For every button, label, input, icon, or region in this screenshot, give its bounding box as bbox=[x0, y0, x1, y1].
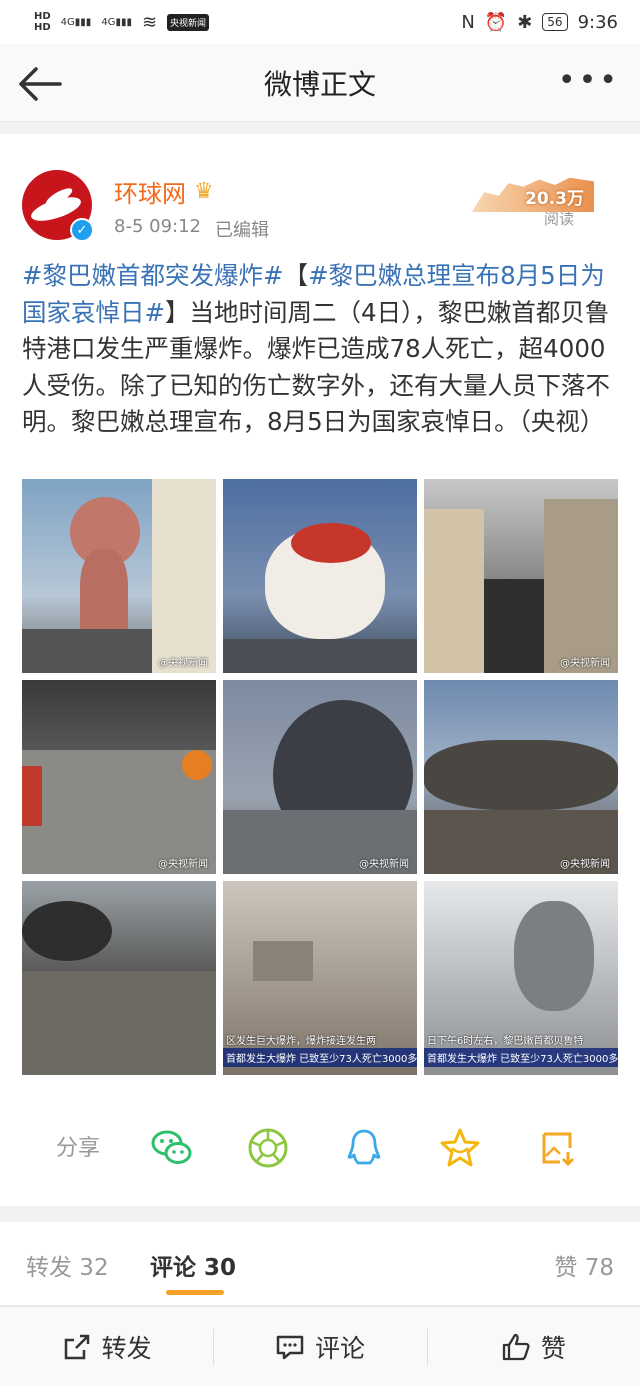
image-thumb[interactable]: @央视新闻 bbox=[424, 680, 618, 874]
interaction-tabs: 转发 32 评论 30 赞 78 bbox=[0, 1222, 640, 1306]
status-right: N ⏰ ✱ 56 9:36 bbox=[461, 12, 618, 33]
thumbs-up-icon bbox=[502, 1333, 530, 1360]
favorite-star-icon[interactable] bbox=[438, 1126, 482, 1170]
post-timestamp: 8-5 09:12 bbox=[114, 216, 201, 237]
post-text: #黎巴嫩首都突发爆炸#【#黎巴嫩总理宣布8月5日为国家哀悼日#】当地时间周二（4… bbox=[22, 258, 618, 441]
hashtag-link[interactable]: #黎巴嫩首都突发爆炸# bbox=[22, 261, 284, 290]
image-thumb[interactable]: 日下午6时左右，黎巴嫩首都贝鲁特 首都发生大爆炸 已致至少73人死亡3000多人 bbox=[424, 881, 618, 1075]
bluetooth-icon: ✱ bbox=[517, 11, 533, 33]
section-divider bbox=[0, 1206, 640, 1222]
repost-icon bbox=[64, 1334, 89, 1359]
tab-comment[interactable]: 评论 30 bbox=[150, 1248, 236, 1282]
tab-repost[interactable]: 转发 32 bbox=[26, 1248, 109, 1282]
author-name-text: 环球网 bbox=[114, 180, 186, 208]
image-watermark: @央视新闻 bbox=[158, 859, 208, 870]
edited-label[interactable]: 已编辑 bbox=[215, 216, 269, 242]
share-bar: 分享 bbox=[0, 1116, 640, 1176]
image-thumb[interactable]: @央视新闻 bbox=[22, 479, 216, 673]
image-watermark: @央视新闻 bbox=[560, 859, 610, 870]
repost-label: 转发 bbox=[101, 1333, 152, 1363]
image-thumb[interactable] bbox=[223, 479, 417, 673]
image-watermark: @央视新闻 bbox=[560, 658, 610, 669]
image-grid: @央视新闻 @央视新闻 @央视新闻 @央视新闻 @央视新闻 区发生巨大爆炸，爆炸… bbox=[22, 479, 618, 1076]
battery-indicator: 56 bbox=[542, 13, 568, 31]
bracket-open: 【 bbox=[283, 261, 309, 290]
comment-icon bbox=[276, 1335, 304, 1359]
like-button[interactable]: 赞 bbox=[426, 1307, 640, 1386]
nav-bar: 微博正文 ••• bbox=[0, 44, 640, 122]
more-dots-icon[interactable]: ••• bbox=[558, 66, 620, 96]
image-caption-top: 区发生巨大爆炸，爆炸接连发生两 bbox=[226, 1036, 376, 1047]
verified-icon: ✓ bbox=[70, 218, 94, 242]
image-watermark: @央视新闻 bbox=[359, 859, 409, 870]
comment-label: 评论 bbox=[314, 1333, 365, 1363]
read-count: 20.3万 bbox=[525, 189, 584, 209]
status-bar: HD HD 4G▮▮▮ 4G▮▮▮ ≋ 央视新闻 N ⏰ ✱ 56 9:36 bbox=[0, 0, 640, 44]
app-badge: 央视新闻 bbox=[167, 13, 210, 31]
signal-4g-icon-2: 4G▮▮▮ bbox=[101, 16, 132, 28]
read-label: 阅读 bbox=[543, 210, 574, 228]
comment-button[interactable]: 评论 bbox=[213, 1307, 426, 1386]
page-title: 微博正文 bbox=[263, 67, 376, 101]
active-tab-indicator bbox=[166, 1290, 224, 1295]
wifi-icon: ≋ bbox=[141, 11, 158, 33]
image-thumb[interactable]: 区发生巨大爆炸，爆炸接连发生两 首都发生大爆炸 已致至少73人死亡3000多人 bbox=[223, 881, 417, 1075]
post-meta: 8-5 09:12 已编辑 bbox=[114, 216, 269, 242]
image-thumb[interactable]: @央视新闻 bbox=[22, 680, 216, 874]
signal-hd-indicator: HD HD bbox=[34, 11, 51, 33]
crown-icon: ♛ bbox=[194, 179, 214, 204]
alarm-icon: ⏰ bbox=[484, 11, 508, 33]
image-caption-top: 日下午6时左右，黎巴嫩首都贝鲁特 bbox=[427, 1036, 584, 1047]
image-caption: 首都发生大爆炸 已致至少73人死亡3000多人 bbox=[223, 1048, 417, 1067]
arrow-left-icon[interactable] bbox=[16, 64, 64, 104]
like-label: 赞 bbox=[540, 1333, 566, 1363]
repost-button[interactable]: 转发 bbox=[0, 1307, 213, 1386]
image-thumb[interactable]: @央视新闻 bbox=[223, 680, 417, 874]
image-caption: 首都发生大爆炸 已致至少73人死亡3000多人 bbox=[424, 1048, 618, 1067]
qq-icon[interactable] bbox=[342, 1126, 386, 1170]
post-card: ✓ 环球网 ♛ 8-5 09:12 已编辑 20.3万 阅读 #黎巴嫩首都突发爆… bbox=[0, 122, 640, 1206]
save-image-icon[interactable] bbox=[536, 1126, 580, 1170]
image-watermark: @央视新闻 bbox=[158, 658, 208, 669]
signal-4g-icon: 4G▮▮▮ bbox=[60, 16, 92, 28]
image-thumb[interactable] bbox=[22, 881, 216, 1075]
moments-icon[interactable] bbox=[246, 1126, 290, 1170]
status-left: HD HD 4G▮▮▮ 4G▮▮▮ ≋ 央视新闻 bbox=[34, 11, 210, 33]
tab-like[interactable]: 赞 78 bbox=[554, 1248, 614, 1282]
wechat-icon[interactable] bbox=[150, 1126, 194, 1170]
read-count-badge: 20.3万 阅读 bbox=[472, 156, 594, 228]
image-thumb[interactable]: @央视新闻 bbox=[424, 479, 618, 673]
share-label: 分享 bbox=[56, 1136, 101, 1161]
nfc-icon: N bbox=[461, 11, 475, 33]
clock: 9:36 bbox=[577, 11, 618, 33]
bottom-toolbar: 转发 评论 赞 bbox=[0, 1306, 640, 1386]
author-name[interactable]: 环球网 ♛ bbox=[114, 174, 214, 209]
